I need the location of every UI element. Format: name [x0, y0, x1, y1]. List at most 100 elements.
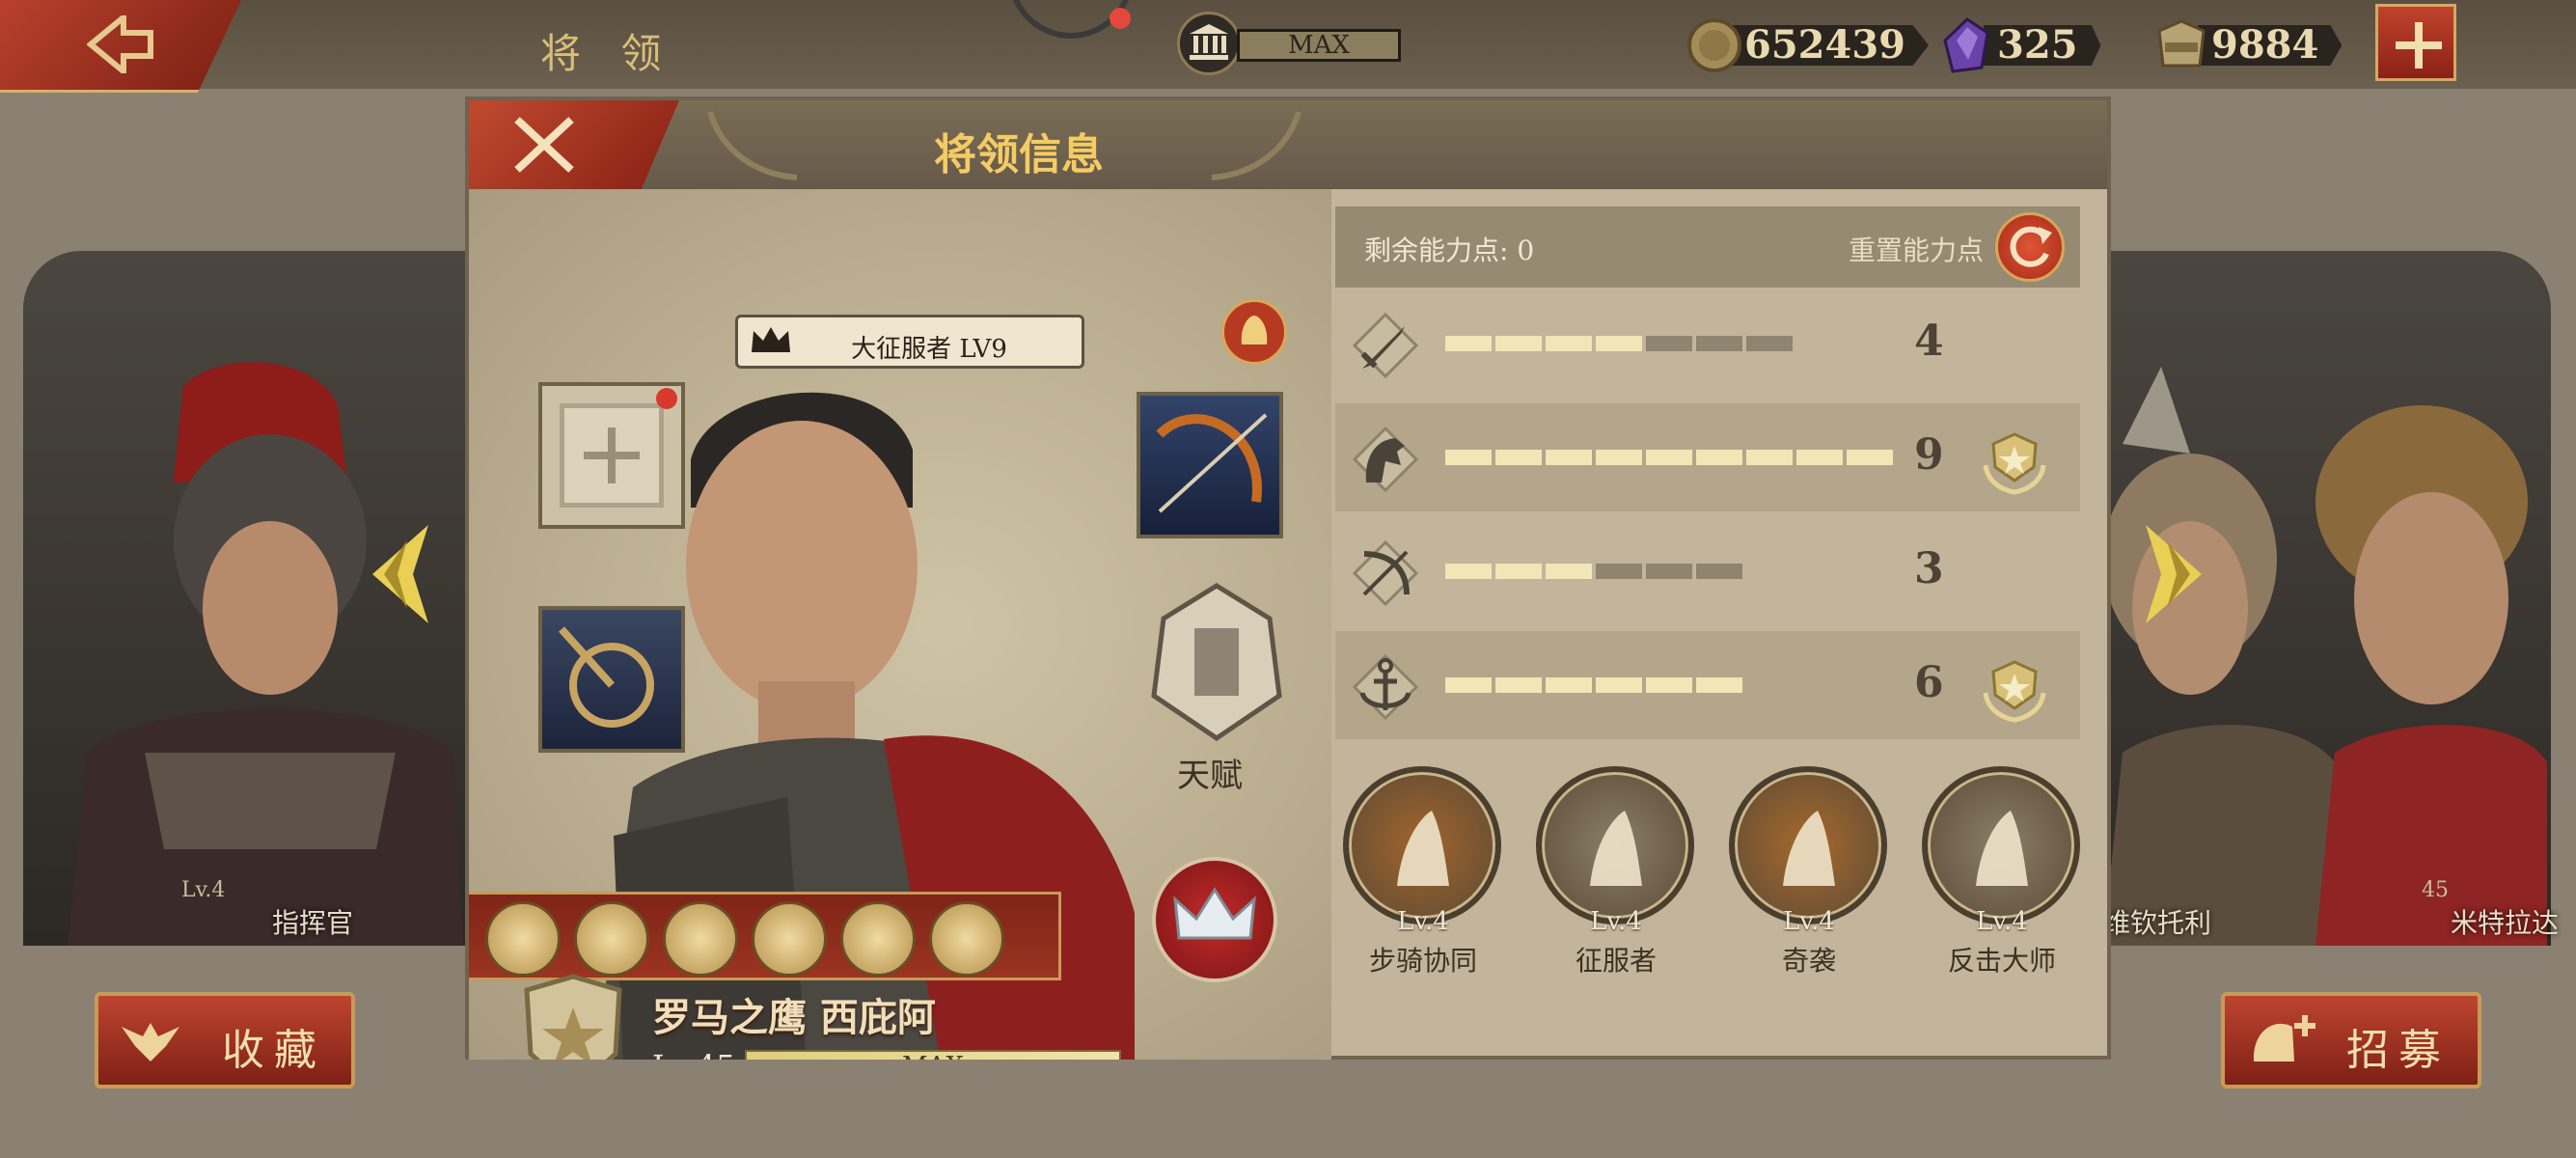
panel-title: 将领信息 [934, 130, 1104, 179]
skill-slot[interactable]: Lv.4 征服者 [1534, 766, 1698, 998]
stat-row[interactable]: 6 [1335, 631, 2080, 739]
ability-points-header: 剩余能力点: 0 重置能力点 [1335, 207, 2080, 288]
equipment-alert-dot [656, 388, 677, 409]
right-hero-portraits[interactable] [2103, 347, 2547, 946]
hero-xp-bar: MAX [745, 1050, 1121, 1060]
skill-name: 征服者 [1575, 945, 1657, 977]
coin-counter[interactable]: 652439 [1686, 17, 1929, 73]
back-arrow-icon [87, 15, 153, 73]
collect-label: 收藏 [222, 1026, 326, 1075]
hero-traits-strip [469, 892, 1061, 980]
trait-icon-4[interactable] [752, 901, 827, 977]
token-value: 9884 [2198, 25, 2343, 66]
stat-row[interactable]: 4 [1335, 290, 2080, 398]
stat-segment [1696, 564, 1742, 579]
eagle-icon [122, 1023, 179, 1062]
stat-progress-bar [1445, 564, 1742, 579]
stat-value: 6 [1914, 658, 1944, 707]
sword-icon [1352, 312, 1419, 379]
helmet-plus-icon [2253, 1015, 2316, 1062]
gem-counter[interactable]: 325 [1939, 17, 2142, 73]
stat-segment [1596, 677, 1642, 693]
skill-slot[interactable]: Lv.4 反击大师 [1920, 766, 2084, 998]
bow-icon [1352, 539, 1419, 607]
recruit-label: 招募 [2346, 1026, 2451, 1075]
skill-level: Lv.4 [1397, 907, 1449, 936]
skill-name: 反击大师 [1947, 945, 2056, 977]
stat-segment [1646, 677, 1692, 693]
bow-icon [1156, 413, 1268, 513]
coin-value: 652439 [1731, 25, 1929, 66]
temple-icon [1177, 12, 1241, 75]
anchor-icon [1352, 653, 1419, 721]
add-resources-button[interactable] [2375, 4, 2456, 81]
stat-segment [1646, 450, 1692, 465]
skill-level: Lv.4 [1976, 907, 2028, 936]
collect-button[interactable]: 收藏 [95, 992, 355, 1089]
refresh-icon [2010, 226, 2052, 267]
skill-name: 步骑协同 [1368, 945, 1477, 977]
stat-segment [1495, 450, 1542, 465]
stat-segment [1646, 564, 1692, 579]
reset-points-button[interactable] [1995, 212, 2065, 282]
plus-icon [2396, 22, 2442, 69]
horn-equipment-slot[interactable] [538, 606, 685, 753]
trait-icon-5[interactable] [840, 901, 916, 977]
rank-text: 大征服者 LV9 [851, 335, 1007, 364]
trait-icon-6[interactable] [929, 901, 1004, 977]
stat-segment [1596, 336, 1642, 351]
stat-segment [1796, 450, 1843, 465]
skill-name: 奇袭 [1781, 945, 1836, 977]
stat-segment [1696, 677, 1742, 693]
stat-segment [1546, 677, 1592, 693]
soldier-swap-icon [1241, 316, 1268, 345]
previous-hero-arrow-icon[interactable] [365, 521, 432, 627]
remaining-points-label: 剩余能力点: 0 [1364, 234, 1535, 266]
left-hero-level: Lv.4 [181, 878, 226, 902]
crown-orb-button[interactable] [1152, 857, 1277, 982]
hero-display-area: 大征服者 LV9 天赋 罗马之鹰 西庇阿 [469, 189, 1331, 1060]
stat-row[interactable]: 3 [1335, 517, 2080, 625]
left-hero-portrait[interactable] [29, 347, 463, 946]
stat-segment [1445, 677, 1492, 693]
laurel-right-icon [1211, 111, 1302, 180]
hero-level: Lv.45 [652, 1048, 735, 1060]
max-level-label: MAX [1237, 29, 1401, 62]
stat-progress-bar [1445, 336, 1793, 351]
stat-segment [1546, 336, 1592, 351]
silver-crown-icon [1173, 887, 1256, 940]
skill-slot[interactable]: Lv.4 奇袭 [1727, 766, 1891, 998]
horse-icon [1352, 426, 1419, 493]
general-info-panel: 将领信息 大征服者 LV9 天赋 罗马之鹰 西庇阿 剩余能力点: 0 重置能力点… [465, 96, 2111, 1060]
recruit-button[interactable]: 招募 [2221, 992, 2481, 1089]
talent-shields-icon [1151, 583, 1282, 742]
trait-icon-1[interactable] [485, 901, 561, 977]
trait-icon-2[interactable] [574, 901, 649, 977]
bow-equipment-slot[interactable] [1137, 392, 1283, 538]
swap-soldier-button[interactable] [1221, 299, 1287, 365]
skill-slot[interactable]: Lv.4 步骑协同 [1341, 766, 1505, 998]
skill-emblem-icon [1343, 766, 1501, 924]
next-hero-arrow-icon[interactable] [2142, 521, 2209, 627]
right-hero-level: 45 [2422, 878, 2449, 902]
stat-progress-bar [1445, 450, 1893, 465]
stat-segment [1696, 336, 1742, 351]
stat-segment [1445, 336, 1492, 351]
notification-dot [1110, 8, 1131, 29]
talent-label: 天赋 [1177, 757, 1243, 795]
stat-row[interactable]: 9 [1335, 403, 2080, 511]
token-counter[interactable]: 9884 [2153, 17, 2366, 73]
laurel-left-icon [707, 111, 798, 180]
stat-segment [1596, 450, 1642, 465]
stat-value: 4 [1914, 317, 1944, 366]
building-level[interactable]: MAX [1177, 12, 1401, 75]
stat-segment [1746, 336, 1793, 351]
stat-segment [1445, 450, 1492, 465]
reset-points-label: 重置能力点 [1849, 234, 1985, 266]
trait-icon-3[interactable] [663, 901, 738, 977]
gem-icon [1939, 17, 1995, 73]
skill-emblem-icon [1536, 766, 1694, 924]
skill-level: Lv.4 [1783, 907, 1835, 936]
left-hero-name: 指挥官 [272, 907, 354, 939]
stat-value: 3 [1914, 544, 1944, 593]
